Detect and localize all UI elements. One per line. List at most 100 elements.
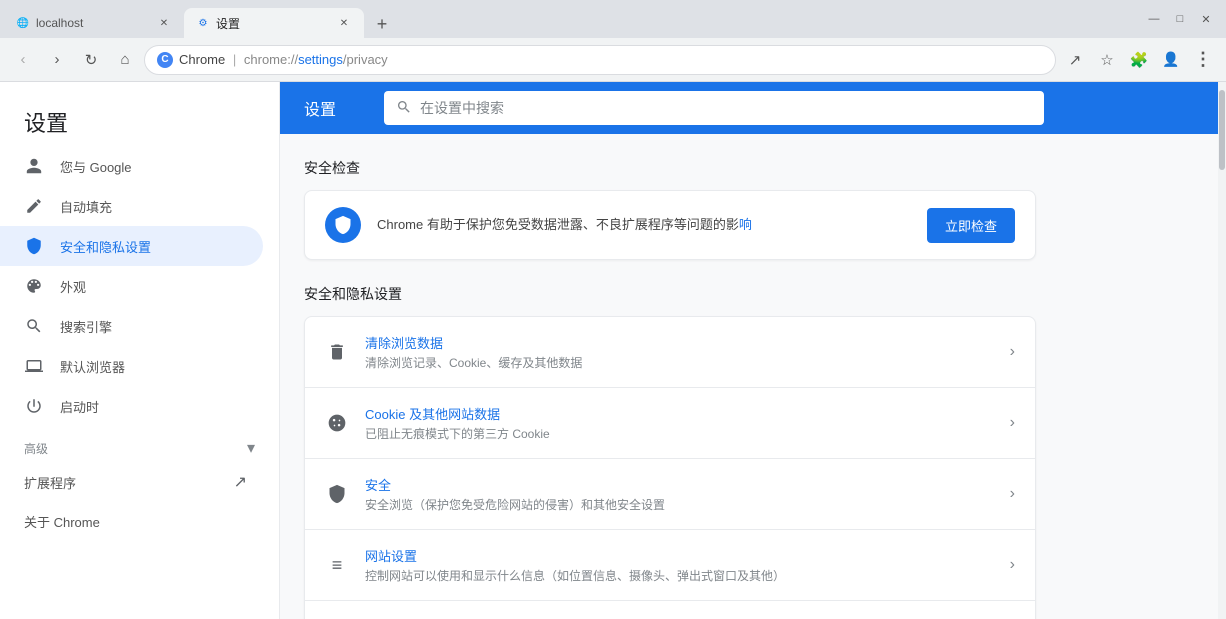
shield-icon [24,236,44,256]
settings-item-security[interactable]: 安全 安全浏览（保护您免受危险网站的侵害）和其他安全设置 › [305,459,1035,530]
tab-favicon-settings: ⚙ [196,16,210,30]
settings-item-cookies[interactable]: Cookie 及其他网站数据 已阻止无痕模式下的第三方 Cookie › [305,388,1035,459]
content-header: 设置 在设置中搜索 [280,82,1226,134]
content-header-title: 设置 [304,96,336,120]
sidebar-item-search[interactable]: 搜索引擎 [0,306,263,346]
home-button[interactable]: ⌂ [110,45,140,75]
trash-icon [325,340,349,364]
scrollbar[interactable] [1218,82,1226,619]
clear-browsing-arrow: › [1010,343,1015,361]
tab-localhost[interactable]: 🌐 localhost ✕ [4,8,184,38]
safety-shield-icon [325,207,361,243]
content-area: 设置 在设置中搜索 安全检查 [280,82,1226,619]
address-site: Chrome [179,52,225,67]
power-icon [24,396,44,416]
sidebar-label-extensions: 扩展程序 [24,473,76,492]
settings-item-site-settings[interactable]: ≡ 网站设置 控制网站可以使用和显示什么信息（如位置信息、摄像头、弹出式窗口及其… [305,530,1035,601]
sidebar-item-about[interactable]: 关于 Chrome [0,502,263,541]
scrollbar-thumb[interactable] [1219,90,1225,170]
sidebar-label-about: 关于 Chrome [24,512,100,531]
menu-button[interactable]: ⋮ [1188,45,1218,75]
sidebar-label-default-browser: 默认浏览器 [60,357,125,376]
new-tab-button[interactable]: + [368,10,396,38]
site-settings-desc: 控制网站可以使用和显示什么信息（如位置信息、摄像头、弹出式窗口及其他） [365,567,994,584]
settings-item-clear-browsing[interactable]: 清除浏览数据 清除浏览记录、Cookie、缓存及其他数据 › [305,317,1035,388]
sidebar-item-you-google[interactable]: 您与 Google [0,146,263,186]
clear-browsing-content: 清除浏览数据 清除浏览记录、Cookie、缓存及其他数据 [365,333,994,371]
check-now-button[interactable]: 立即检查 [927,208,1015,243]
security-arrow: › [1010,485,1015,503]
clear-browsing-title: 清除浏览数据 [365,333,994,352]
tabs-area: 🌐 localhost ✕ ⚙ 设置 ✕ + [0,8,1134,38]
extensions-external-icon: ↗ [234,472,247,492]
sidebar-item-autofill[interactable]: 自动填充 [0,186,263,226]
site-settings-title: 网站设置 [365,546,994,565]
settings-item-privacy-sandbox[interactable]: 隐私沙盒 › [305,601,1035,619]
profile-button[interactable]: 👤 [1156,45,1186,75]
clear-browsing-desc: 清除浏览记录、Cookie、缓存及其他数据 [365,354,994,371]
security-content: 安全 安全浏览（保护您免受危险网站的侵害）和其他安全设置 [365,475,994,513]
safety-check-section-title: 安全检查 [304,158,1036,178]
sidebar-label-search: 搜索引擎 [60,317,112,336]
sidebar-item-extensions[interactable]: 扩展程序 ↗ [0,462,263,502]
privacy-section-title: 安全和隐私设置 [304,284,1036,304]
extensions-button[interactable]: 🧩 [1124,45,1154,75]
palette-icon [24,276,44,296]
sidebar-header: 设置 [0,90,279,146]
window-controls: — □ ✕ [1134,0,1226,38]
sidebar-label-appearance: 外观 [60,277,86,296]
person-icon [24,156,44,176]
safety-text: Chrome 有助于保护您免受数据泄露、不良扩展程序等问题的影响 [377,216,911,234]
address-separator: | [233,52,236,67]
search-icon [24,316,44,336]
tab-close-localhost[interactable]: ✕ [156,15,172,31]
cookie-icon [325,411,349,435]
refresh-button[interactable]: ↻ [76,45,106,75]
bookmark-button[interactable]: ☆ [1092,45,1122,75]
cookies-content: Cookie 及其他网站数据 已阻止无痕模式下的第三方 Cookie [365,404,994,442]
close-button[interactable]: ✕ [1194,7,1218,31]
safety-check-card: Chrome 有助于保护您免受数据泄露、不良扩展程序等问题的影响 立即检查 [304,190,1036,260]
site-settings-icon: ≡ [325,553,349,577]
back-button[interactable]: ‹ [8,45,38,75]
sidebar-item-startup[interactable]: 启动时 [0,386,263,426]
lock-icon [325,482,349,506]
tab-settings[interactable]: ⚙ 设置 ✕ [184,8,364,38]
cookies-title: Cookie 及其他网站数据 [365,404,994,423]
toolbar: ‹ › ↻ ⌂ C Chrome | chrome://settings/pri… [0,38,1226,82]
cookies-desc: 已阻止无痕模式下的第三方 Cookie [365,425,994,442]
forward-button[interactable]: › [42,45,72,75]
autofill-icon [24,196,44,216]
tab-title-settings: 设置 [216,15,330,32]
sidebar-label-you-google: 您与 Google [60,157,132,176]
share-button[interactable]: ↗ [1060,45,1090,75]
title-bar: 🌐 localhost ✕ ⚙ 设置 ✕ + — □ ✕ [0,0,1226,38]
sidebar-title: 设置 [24,106,263,138]
settings-search-icon [396,99,412,118]
content-body: 安全检查 Chrome 有助于保护您免受数据泄露、不良扩展程序等问题的影响 立即… [280,134,1060,619]
address-path: /privacy [343,52,388,67]
expand-advanced-icon[interactable]: ▾ [247,438,255,458]
tab-favicon-localhost: 🌐 [16,16,30,30]
tab-close-settings[interactable]: ✕ [336,15,352,31]
sidebar-item-appearance[interactable]: 外观 [0,266,263,306]
browser-frame: 🌐 localhost ✕ ⚙ 设置 ✕ + — □ ✕ ‹ › ↻ ⌂ C C [0,0,1226,619]
cookies-arrow: › [1010,414,1015,432]
security-desc: 安全浏览（保护您免受危险网站的侵害）和其他安全设置 [365,496,994,513]
site-settings-arrow: › [1010,556,1015,574]
minimize-button[interactable]: — [1142,7,1166,31]
advanced-label: 高级 [24,440,48,457]
maximize-button[interactable]: □ [1168,7,1192,31]
safety-link[interactable]: 响 [739,217,752,232]
sidebar-item-privacy[interactable]: 安全和隐私设置 [0,226,263,266]
settings-search-placeholder: 在设置中搜索 [420,98,504,118]
sidebar-label-startup: 启动时 [60,397,99,416]
sidebar-item-default-browser[interactable]: 默认浏览器 [0,346,263,386]
settings-search-box[interactable]: 在设置中搜索 [384,91,1044,125]
address-bar[interactable]: C Chrome | chrome://settings/privacy [144,45,1056,75]
sidebar-label-autofill: 自动填充 [60,197,112,216]
tab-title-localhost: localhost [36,16,150,30]
security-title: 安全 [365,475,994,494]
sidebar-label-privacy: 安全和隐私设置 [60,237,151,256]
toolbar-actions: ↗ ☆ 🧩 👤 ⋮ [1060,45,1218,75]
